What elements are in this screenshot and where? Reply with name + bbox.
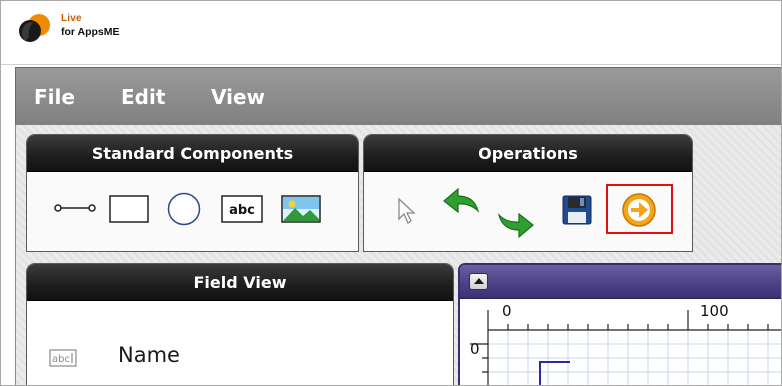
field-item-name[interactable]: abc Name [49, 343, 249, 373]
ruler-top-label-100: 100 [700, 302, 729, 320]
field-view-panel: Field View abc Name [26, 263, 454, 385]
text-label-icon[interactable]: abc [221, 195, 263, 223]
field-item-label: Name [118, 343, 180, 367]
header-bar: Live for AppsME [1, 1, 781, 65]
operations-title: Operations [364, 135, 692, 172]
logo-sub-text: for AppsME [61, 26, 120, 38]
canvas-ruler-area[interactable]: 0 100 0 [460, 300, 781, 385]
field-view-title: Field View [27, 264, 453, 301]
rectangle-icon[interactable] [109, 195, 149, 223]
app-window: Live for AppsME File Edit View Standard … [0, 0, 782, 386]
operations-panel: Operations [363, 134, 693, 252]
ruler-left-label-0: 0 [470, 340, 480, 358]
collapse-button[interactable] [469, 273, 488, 290]
redo-icon[interactable] [497, 209, 535, 239]
text-field-icon-label: abc [52, 354, 70, 365]
canvas-titlebar [460, 265, 781, 299]
text-field-icon: abc [49, 349, 77, 367]
logo-live-text: Live [61, 13, 82, 24]
standard-components-toolbar: abc [27, 173, 358, 251]
image-icon[interactable] [281, 195, 321, 223]
ruler-top-label-0: 0 [502, 302, 512, 320]
run-arrow-icon[interactable] [621, 192, 657, 228]
select-pointer-icon[interactable] [396, 197, 418, 225]
menu-edit[interactable]: Edit [121, 85, 165, 109]
save-icon[interactable] [562, 195, 592, 225]
operations-toolbar [364, 173, 692, 251]
standard-components-panel: Standard Components abc [26, 134, 359, 252]
design-canvas-panel: 0 100 0 [458, 263, 781, 385]
app-logo: Live for AppsME [17, 7, 167, 51]
circle-icon[interactable] [167, 192, 201, 226]
menu-file[interactable]: File [34, 85, 75, 109]
menu-bar: File Edit View [15, 67, 781, 125]
undo-icon[interactable] [442, 187, 480, 217]
standard-components-title: Standard Components [27, 135, 358, 172]
svg-text:abc: abc [229, 203, 255, 218]
menu-view[interactable]: View [211, 85, 265, 109]
logo-mark-icon [19, 14, 50, 42]
collapse-triangle-icon [474, 278, 484, 284]
connector-icon[interactable] [54, 201, 96, 215]
